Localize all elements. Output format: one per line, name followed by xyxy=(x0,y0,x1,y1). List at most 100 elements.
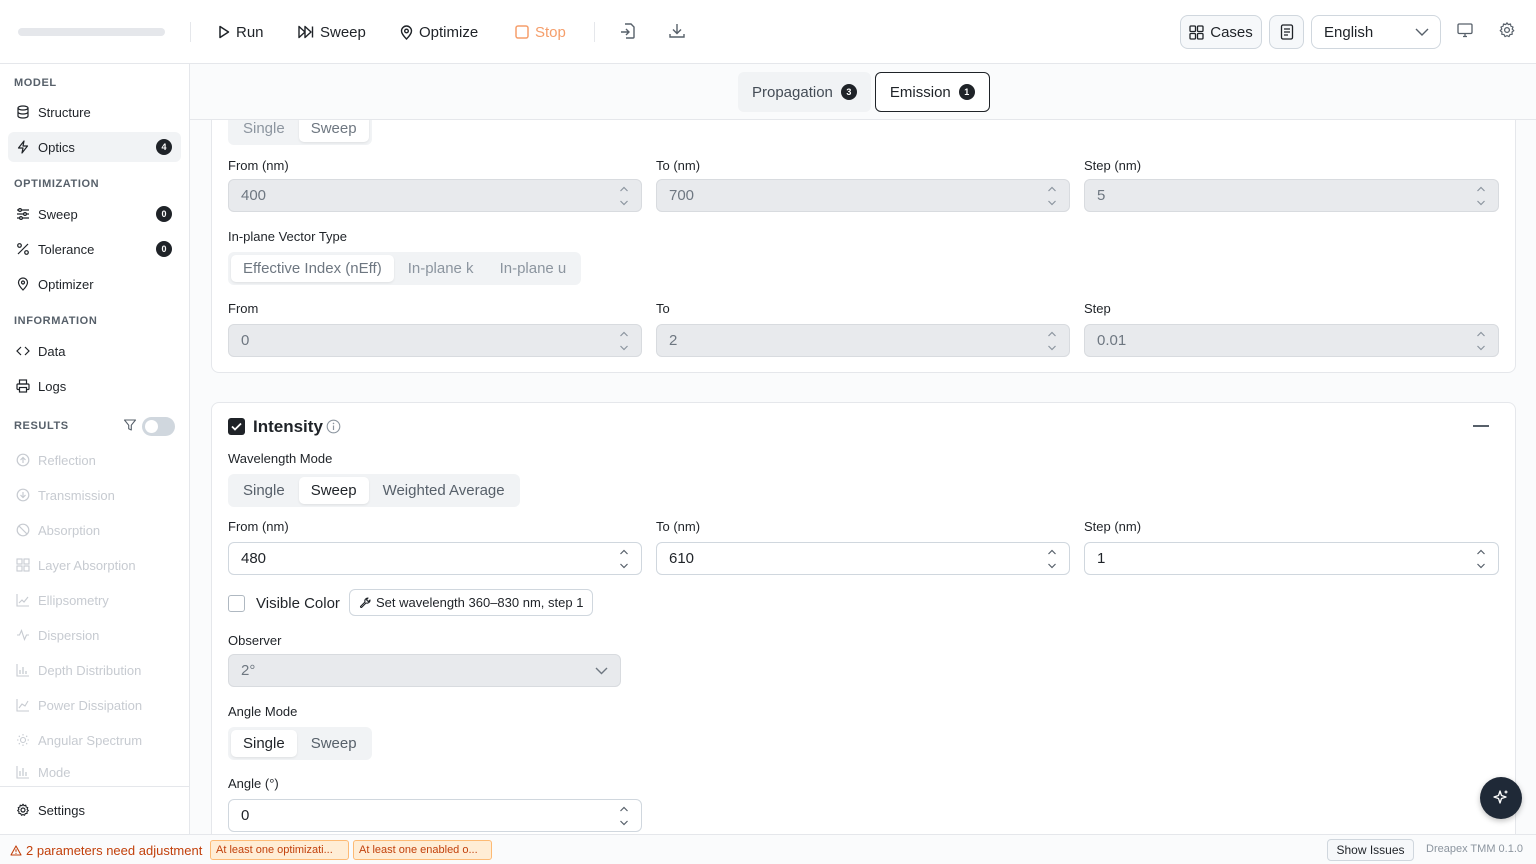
intensity-step-label: Step (nm) xyxy=(1084,519,1142,534)
vector-option-neff[interactable]: Effective Index (nEff) xyxy=(231,255,394,282)
sidebar-item-dispersion[interactable]: Dispersion xyxy=(8,620,181,650)
language-select[interactable]: English xyxy=(1311,15,1441,49)
collapse-icon[interactable] xyxy=(1473,425,1489,427)
stop-button[interactable]: Stop xyxy=(515,17,566,47)
sidebar-item-mode[interactable]: Mode xyxy=(8,760,181,784)
from-nm-input[interactable]: 400 xyxy=(228,179,642,212)
show-issues-button[interactable]: Show Issues xyxy=(1327,839,1414,861)
download-icon[interactable] xyxy=(667,21,689,43)
gear-icon[interactable] xyxy=(1498,21,1520,43)
angle-value: 0 xyxy=(241,807,250,824)
document-button[interactable] xyxy=(1269,15,1304,49)
filter-icon[interactable] xyxy=(123,418,137,432)
sidebar-item-tolerance[interactable]: Tolerance 0 xyxy=(8,234,181,264)
sidebar-item-label: Mode xyxy=(38,764,71,780)
tab-emission[interactable]: Emission 1 xyxy=(874,72,990,112)
vector-option-k[interactable]: In-plane k xyxy=(396,255,486,282)
intensity-step-value: 1 xyxy=(1097,550,1106,567)
vector-option-u[interactable]: In-plane u xyxy=(488,255,579,282)
results-toggle[interactable] xyxy=(142,417,175,436)
observer-select[interactable]: 2° xyxy=(228,654,621,687)
sidebar-item-data[interactable]: Data xyxy=(8,336,181,366)
spinner-icon[interactable] xyxy=(1476,330,1486,352)
spinner-icon[interactable] xyxy=(619,185,629,207)
set-wavelength-button[interactable]: Set wavelength 360–830 nm, step 1 xyxy=(349,589,594,616)
wl-option-single[interactable]: Single xyxy=(231,477,297,504)
angle-mode-segmented-control: Single Sweep xyxy=(228,727,372,760)
visible-color-checkbox[interactable] xyxy=(228,595,245,612)
spinner-icon[interactable] xyxy=(1476,548,1486,570)
main-content: Single Sweep From (nm) 400 To (nm) 700 S… xyxy=(190,64,1536,834)
angle-option-single[interactable]: Single xyxy=(231,730,297,757)
section-title-optimization: OPTIMIZATION xyxy=(14,178,100,190)
tab-label: Emission xyxy=(889,83,951,101)
sidebar-item-optics[interactable]: Optics 4 xyxy=(8,132,181,162)
angle-option-sweep[interactable]: Sweep xyxy=(299,730,369,757)
wl-option-sweep[interactable]: Sweep xyxy=(298,477,369,504)
toolbar-divider xyxy=(190,22,191,42)
spinner-icon[interactable] xyxy=(619,330,629,352)
sidebar-item-transmission[interactable]: Transmission xyxy=(8,480,181,510)
optics-count-badge: 4 xyxy=(156,139,172,155)
spinner-icon[interactable] xyxy=(1047,330,1057,352)
cases-label: Cases xyxy=(1210,23,1253,41)
spinner-icon[interactable] xyxy=(1047,548,1057,570)
sidebar-item-sweep[interactable]: Sweep 0 xyxy=(8,199,181,229)
chevron-down-icon xyxy=(595,667,608,675)
optimize-button[interactable]: Optimize xyxy=(400,17,478,47)
import-file-icon[interactable] xyxy=(618,21,640,43)
run-button[interactable]: Run xyxy=(218,17,264,47)
warning-message[interactable]: 2 parameters need adjustment xyxy=(10,843,202,858)
sidebar-item-logs[interactable]: Logs xyxy=(8,371,181,401)
to-nm-input[interactable]: 700 xyxy=(656,179,1070,212)
step-input[interactable]: 0.01 xyxy=(1084,324,1499,357)
sidebar-item-power-dissipation[interactable]: Power Dissipation xyxy=(8,690,181,720)
optimize-label: Optimize xyxy=(419,23,479,41)
issue-chip-optimization[interactable]: At least one optimizati... xyxy=(210,840,349,860)
sidebar-item-optimizer[interactable]: Optimizer xyxy=(8,269,181,299)
issue-chip-enabled[interactable]: At least one enabled o... xyxy=(353,840,492,860)
angle-input[interactable]: 0 xyxy=(228,799,642,832)
sidebar-item-layer-absorption[interactable]: Layer Absorption xyxy=(8,550,181,580)
ai-assistant-button[interactable] xyxy=(1480,777,1522,819)
from-input[interactable]: 0 xyxy=(228,324,642,357)
sidebar-item-depth-distribution[interactable]: Depth Distribution xyxy=(8,655,181,685)
location-pin-icon xyxy=(400,24,413,40)
to-nm-value: 700 xyxy=(669,187,695,204)
step-value: 0.01 xyxy=(1097,332,1127,349)
intensity-to-input[interactable]: 610 xyxy=(656,542,1070,575)
spinner-icon[interactable] xyxy=(1476,185,1486,207)
to-input[interactable]: 2 xyxy=(656,324,1070,357)
spinner-icon[interactable] xyxy=(1047,185,1057,207)
intensity-from-label: From (nm) xyxy=(228,519,289,534)
ban-icon xyxy=(16,523,30,537)
sliders-icon xyxy=(16,207,30,221)
bar-chart-icon xyxy=(16,663,30,677)
sidebar-item-label: Angular Spectrum xyxy=(38,732,143,748)
sidebar-item-label: Settings xyxy=(38,802,85,818)
warning-text: 2 parameters need adjustment xyxy=(26,843,203,858)
info-icon[interactable] xyxy=(326,419,341,434)
cases-button[interactable]: Cases xyxy=(1180,15,1262,49)
sidebar-item-absorption[interactable]: Absorption xyxy=(8,515,181,545)
wavelength-mode-segmented-control: Single Sweep Weighted Average xyxy=(228,474,520,507)
step-nm-input[interactable]: 5 xyxy=(1084,179,1499,212)
spinner-icon[interactable] xyxy=(619,805,629,827)
wl-option-weighted-average[interactable]: Weighted Average xyxy=(371,477,517,504)
sidebar-item-reflection[interactable]: Reflection xyxy=(8,445,181,475)
sweep-count-badge: 0 xyxy=(156,206,172,222)
intensity-step-input[interactable]: 1 xyxy=(1084,542,1499,575)
top-toolbar: Run Sweep Optimize Stop Cases English xyxy=(0,0,1536,64)
visible-color-label: Visible Color xyxy=(256,595,340,612)
sidebar-item-structure[interactable]: Structure xyxy=(8,97,181,127)
intensity-checkbox[interactable] xyxy=(228,418,245,435)
activity-icon xyxy=(16,628,30,642)
sweep-button[interactable]: Sweep xyxy=(298,17,366,47)
monitor-icon[interactable] xyxy=(1456,21,1478,43)
sidebar-item-angular-spectrum[interactable]: Angular Spectrum xyxy=(8,725,181,755)
intensity-from-input[interactable]: 480 xyxy=(228,542,642,575)
sidebar-item-ellipsometry[interactable]: Ellipsometry xyxy=(8,585,181,615)
sidebar-item-settings[interactable]: Settings xyxy=(8,795,181,825)
tab-propagation[interactable]: Propagation 3 xyxy=(738,72,871,112)
spinner-icon[interactable] xyxy=(619,548,629,570)
